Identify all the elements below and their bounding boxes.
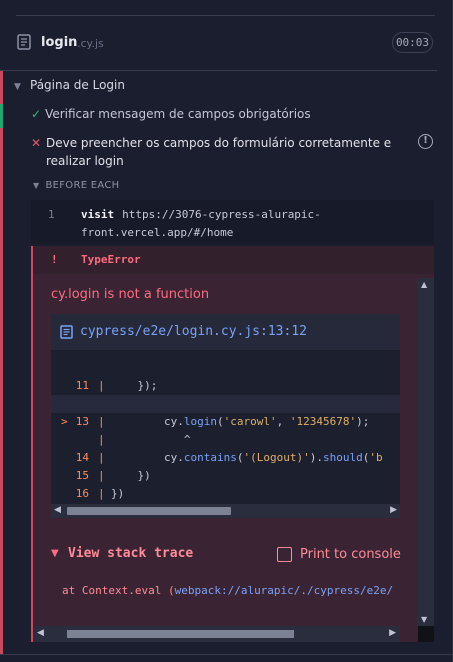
code-frame-file-path[interactable]: cypress/e2e/login.cy.js:13:12 xyxy=(80,324,307,339)
spec-header[interactable]: login .cy.js 00:03 xyxy=(0,28,453,58)
error-title-bar: ! TypeError xyxy=(33,246,434,274)
stack-trace-row: ▼ View stack trace Print to console xyxy=(51,546,411,568)
code-line: 15 | }) xyxy=(75,469,151,482)
code-line-highlighted: >13 | cy.login('carowl', '12345678'); xyxy=(51,395,400,428)
scroll-right-icon[interactable]: ▶ xyxy=(390,505,397,515)
scroll-left-icon[interactable]: ◀ xyxy=(54,505,61,515)
chevron-down-icon: ▼ xyxy=(33,181,40,190)
header-divider xyxy=(0,70,437,71)
file-icon xyxy=(60,325,73,339)
scroll-down-icon[interactable]: ▼ xyxy=(421,615,427,624)
spec-name: login xyxy=(41,35,78,50)
spec-extension: .cy.js xyxy=(77,37,104,50)
code-line: 16 |}) xyxy=(75,487,125,500)
command-name: visit xyxy=(81,208,115,221)
check-icon: ✓ xyxy=(31,107,42,121)
failed-indicator-bar xyxy=(0,71,3,654)
document-icon xyxy=(17,34,31,50)
scroll-up-icon[interactable]: ▲ xyxy=(421,280,427,289)
code-horizontal-scrollbar[interactable]: ◀ ▶ xyxy=(51,504,400,518)
code-frame: cypress/e2e/login.cy.js:13:12 11| }); 12… xyxy=(51,314,400,518)
test-row-passed[interactable]: ✓ Verificar mensagem de campos obrigatóri… xyxy=(31,107,311,121)
panel-horizontal-scrollbar[interactable]: ◀ ▶ xyxy=(33,626,400,642)
scroll-left-icon[interactable]: ◀ xyxy=(37,628,44,638)
fail-x-icon: ✕ xyxy=(31,136,42,150)
stack-trace-line: at Context.eval (webpack://alurapic/./cy… xyxy=(62,584,393,597)
code-snippet: 11| }); 12| it('Deve preencher os campos… xyxy=(51,359,400,500)
hook-header[interactable]: ▼ BEFORE EACH xyxy=(33,180,120,191)
scrollbar-thumb[interactable] xyxy=(67,630,294,638)
code-line: 14 | cy.contains('(Logout)').should('b xyxy=(51,431,400,464)
info-icon[interactable]: ! xyxy=(418,134,433,149)
chevron-down-icon: ▼ xyxy=(14,82,21,92)
code-line-caret: | ^ xyxy=(98,433,191,446)
scroll-right-icon[interactable]: ▶ xyxy=(389,628,396,638)
caret-down-icon: ▼ xyxy=(51,548,59,559)
duration-badge: 00:03 xyxy=(392,32,433,53)
view-stack-trace-button[interactable]: View stack trace xyxy=(68,546,193,561)
error-message: cy.login is not a function xyxy=(51,287,210,302)
stack-prefix: at Context.eval ( xyxy=(62,584,175,597)
print-to-console-button[interactable]: Print to console xyxy=(300,547,401,562)
suite-title: Página de Login xyxy=(30,78,125,92)
command-number: 1 xyxy=(48,208,55,221)
test-row-failed[interactable]: ✕ Deve preencher os campos do formulário… xyxy=(31,134,411,170)
passed-indicator-bar xyxy=(0,104,3,128)
code-line: 12| it('Deve preencher os campos do form… xyxy=(51,377,400,410)
stack-link[interactable]: webpack://alurapic/./cypress/e2e/ xyxy=(175,584,394,597)
hook-label: BEFORE EACH xyxy=(45,180,120,191)
command-arg: https://3076-cypress-alurapic-front.verc… xyxy=(81,208,321,239)
error-panel: ! TypeError cy.login is not a function c… xyxy=(31,246,434,642)
scrollbar-corner xyxy=(418,626,434,642)
code-line: 11 | }); xyxy=(75,379,158,392)
command-row[interactable]: 1 visit https://3076-cypress-alurapic-fro… xyxy=(31,200,434,244)
terminal-icon[interactable] xyxy=(277,547,292,562)
test-title: Deve preencher os campos do formulário c… xyxy=(46,136,392,168)
test-title: Verificar mensagem de campos obrigatório… xyxy=(45,107,311,121)
suite-title-row[interactable]: ▼ Página de Login xyxy=(14,78,125,92)
error-type: TypeError xyxy=(81,253,141,266)
scrollbar-thumb[interactable] xyxy=(67,507,231,515)
vertical-scrollbar[interactable]: ▲ ▼ xyxy=(417,278,434,626)
top-divider xyxy=(16,15,435,16)
bottom-divider xyxy=(0,654,453,655)
code-frame-header[interactable]: cypress/e2e/login.cy.js:13:12 xyxy=(51,314,400,350)
error-icon: ! xyxy=(51,253,58,266)
